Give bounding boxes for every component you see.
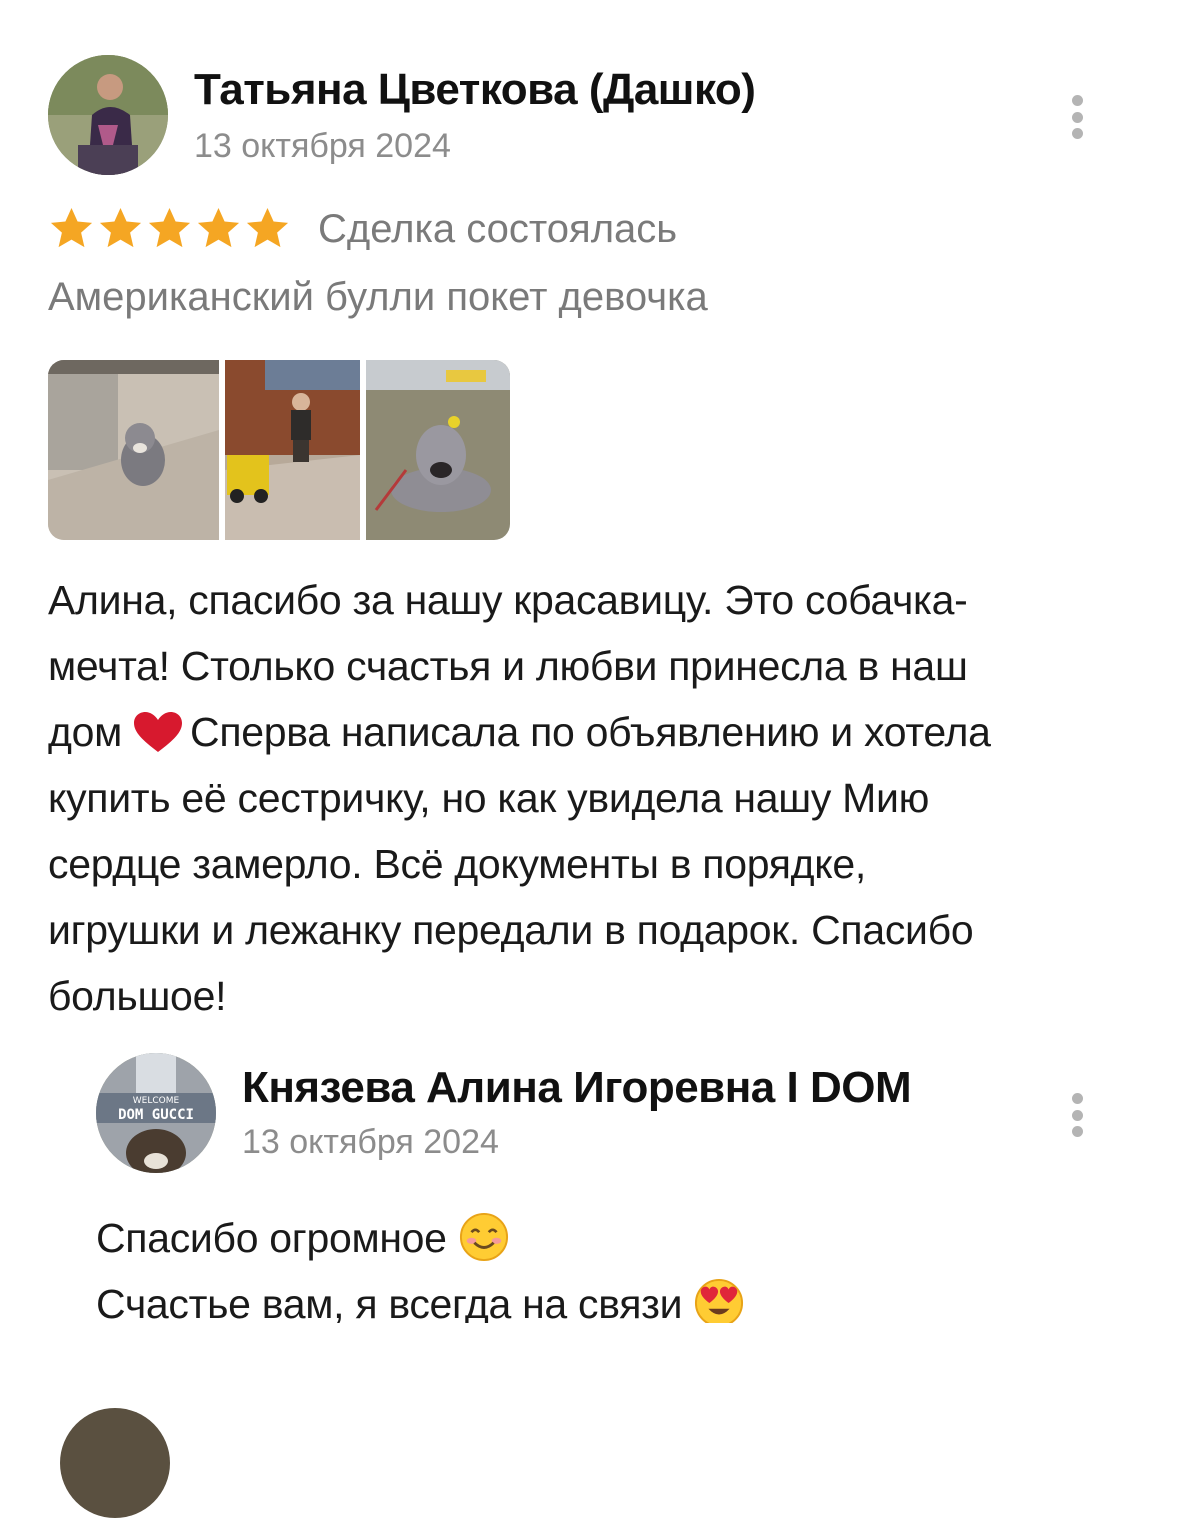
reply-text-line-content: Спасибо огромное <box>96 1215 447 1261</box>
more-options-icon[interactable] <box>1070 95 1084 139</box>
smiling-face-emoji-icon <box>459 1212 508 1262</box>
review-text-line: большое! <box>48 973 227 1019</box>
review-date: 13 октября 2024 <box>194 127 451 165</box>
review-text-line: Сперва написала по объявлению и хотела <box>190 709 991 755</box>
reply-more-options-icon[interactable] <box>1070 1093 1084 1137</box>
reply-date: 13 октября 2024 <box>242 1123 499 1161</box>
heart-emoji-icon <box>134 712 183 752</box>
review-text-line: сердце замерло. Всё документы в порядке, <box>48 841 866 887</box>
rating-stars <box>48 205 291 252</box>
star-icon <box>197 207 240 248</box>
heart-eyes-emoji-icon <box>695 1278 744 1323</box>
review-text-line: дом <box>48 709 123 755</box>
deal-status: Сделка состоялась <box>318 207 678 251</box>
review-photo[interactable] <box>366 360 510 540</box>
reply-author-name[interactable]: Князева Алина Игоревна I DOM <box>242 1063 912 1113</box>
reply-author-avatar[interactable]: WELCOME DOM GUCCI <box>96 1053 216 1173</box>
review-photo[interactable] <box>225 360 360 540</box>
next-review-avatar[interactable] <box>60 1408 170 1518</box>
review-text-line: купить её сестричку, но как увидела нашу… <box>48 775 930 821</box>
star-icon <box>99 207 142 248</box>
avatar-logo-text: WELCOME <box>133 1096 180 1106</box>
review-text-line: Алина, спасибо за нашу красавицу. Это со… <box>48 577 968 623</box>
reply-text-line: Счастье вам, я всегда на связи <box>96 1271 744 1323</box>
item-title[interactable]: Американский булли покет девочка <box>48 275 708 320</box>
star-icon <box>246 207 289 248</box>
star-icon <box>50 207 93 248</box>
review-text: Алина, спасибо за нашу красавицу. Это со… <box>48 567 1138 1029</box>
avatar-logo-text: DOM GUCCI <box>118 1107 194 1123</box>
author-avatar[interactable] <box>48 55 168 175</box>
review-photo[interactable] <box>48 360 219 540</box>
review-text-line-with-heart: дом Сперва написала по объявлению и хотел… <box>48 699 1138 765</box>
reply-text-line-content: Счастье вам, я всегда на связи <box>96 1281 683 1323</box>
reply-text: Спасибо огромное Счастье вам, я всегда н… <box>96 1205 744 1323</box>
review-text-line: игрушки и лежанку передали в подарок. Сп… <box>48 907 974 953</box>
review-photos <box>48 360 510 540</box>
reply-text-line: Спасибо огромное <box>96 1205 744 1271</box>
review-text-line: мечта! Столько счастья и любви принесла … <box>48 643 968 689</box>
author-name[interactable]: Татьяна Цветкова (Дашко) <box>194 65 756 115</box>
star-icon <box>148 207 191 248</box>
